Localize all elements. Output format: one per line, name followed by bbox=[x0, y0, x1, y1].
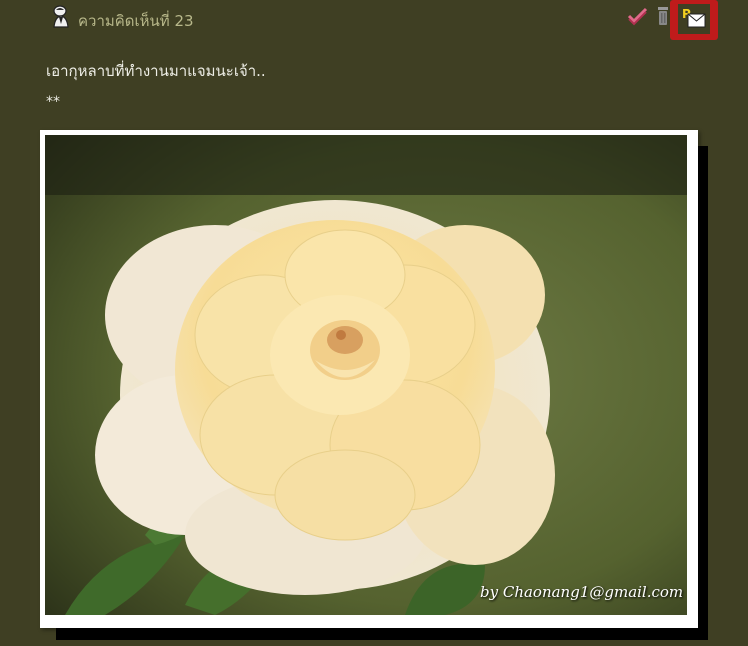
user-icon bbox=[53, 5, 69, 28]
photo-watermark: by Chaonang1@gmail.com bbox=[480, 583, 684, 601]
private-message-icon: P bbox=[682, 7, 706, 28]
rose-photo bbox=[45, 135, 687, 615]
approve-icon[interactable] bbox=[626, 4, 650, 28]
comment-header: ความคิดเห็นที่ 23 P bbox=[0, 0, 748, 40]
private-message-button[interactable]: P bbox=[670, 0, 718, 40]
comment-stars: ** bbox=[46, 94, 60, 110]
comment-title: ความคิดเห็นที่ 23 bbox=[78, 12, 194, 30]
comment-message: เอากุหลาบที่ทำงานมาแจมนะเจ้า.. bbox=[46, 62, 266, 80]
